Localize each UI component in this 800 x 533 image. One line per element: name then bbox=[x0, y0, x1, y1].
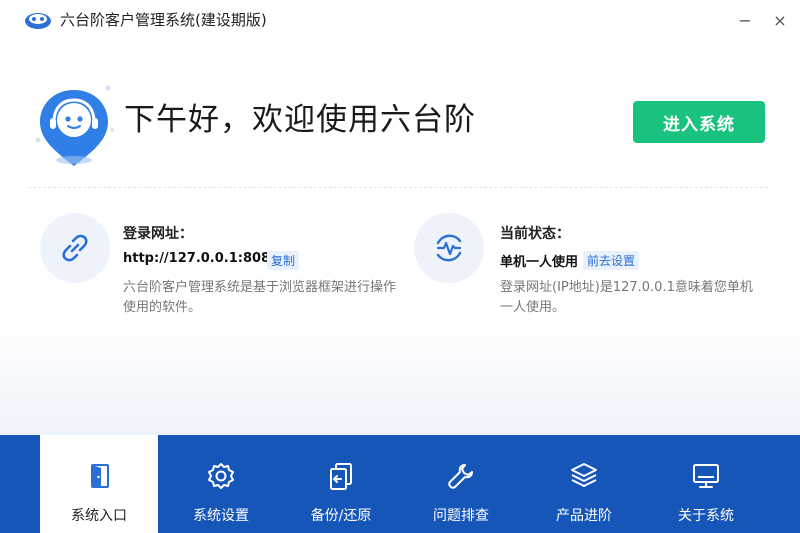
background-fade bbox=[0, 320, 800, 436]
divider bbox=[28, 187, 768, 188]
backup-restore-icon bbox=[330, 463, 352, 490]
nav-label: 备份/还原 bbox=[310, 508, 372, 524]
nav-label: 问题排查 bbox=[433, 508, 489, 524]
door-icon bbox=[91, 464, 109, 488]
gear-icon bbox=[208, 463, 234, 489]
nav-item-system-entry[interactable]: 系统入口 bbox=[40, 435, 158, 533]
pulse-icon-badge bbox=[414, 213, 484, 283]
nav-item-system-settings[interactable]: 系统设置 bbox=[162, 435, 280, 533]
app-logo-icon bbox=[25, 13, 51, 29]
nav-label: 产品进阶 bbox=[556, 508, 612, 524]
nav-label: 关于系统 bbox=[678, 508, 734, 524]
close-button[interactable]: × bbox=[768, 8, 792, 32]
nav-item-about[interactable]: 关于系统 bbox=[647, 435, 765, 533]
link-icon-badge bbox=[40, 213, 110, 283]
window-title: 六台阶客户管理系统(建设期版) bbox=[60, 11, 267, 29]
link-icon bbox=[62, 234, 88, 262]
enter-system-button[interactable]: 进入系统 bbox=[633, 101, 765, 143]
nav-item-backup-restore[interactable]: 备份/还原 bbox=[282, 435, 400, 533]
nav-label: 系统入口 bbox=[71, 508, 127, 524]
login-url-value: http://127.0.0.1:8088 bbox=[123, 251, 280, 266]
status-value: 单机一人使用 bbox=[500, 255, 579, 270]
wrench-icon bbox=[448, 464, 473, 489]
layers-icon bbox=[571, 463, 597, 487]
go-settings-button[interactable]: 前去设置 bbox=[583, 251, 640, 270]
minimize-button[interactable]: − bbox=[733, 8, 757, 32]
nav-label: 系统设置 bbox=[193, 508, 249, 524]
title-bar: 六台阶客户管理系统(建设期版) − × bbox=[0, 0, 800, 40]
status-title: 当前状态： bbox=[500, 226, 570, 242]
login-url-title: 登录网址： bbox=[123, 226, 193, 242]
nav-item-product-advanced[interactable]: 产品进阶 bbox=[525, 435, 643, 533]
greeting-heading: 下午好，欢迎使用六台阶 bbox=[124, 102, 476, 138]
bottom-nav: 系统入口 系统设置 备份/还原 问题排查 产品进阶 关于系统 bbox=[0, 435, 800, 533]
status-description: 登录网址(IP地址)是127.0.0.1意味着您单机一人使用。 bbox=[500, 280, 753, 315]
pulse-icon bbox=[436, 234, 462, 262]
nav-item-troubleshoot[interactable]: 问题排查 bbox=[402, 435, 520, 533]
customer-service-headset-icon bbox=[35, 85, 114, 166]
monitor-icon bbox=[693, 464, 719, 488]
login-url-description: 六台阶客户管理系统是基于浏览器框架进行操作使用的软件。 bbox=[123, 280, 397, 315]
copy-url-button[interactable]: 复制 bbox=[267, 251, 300, 270]
